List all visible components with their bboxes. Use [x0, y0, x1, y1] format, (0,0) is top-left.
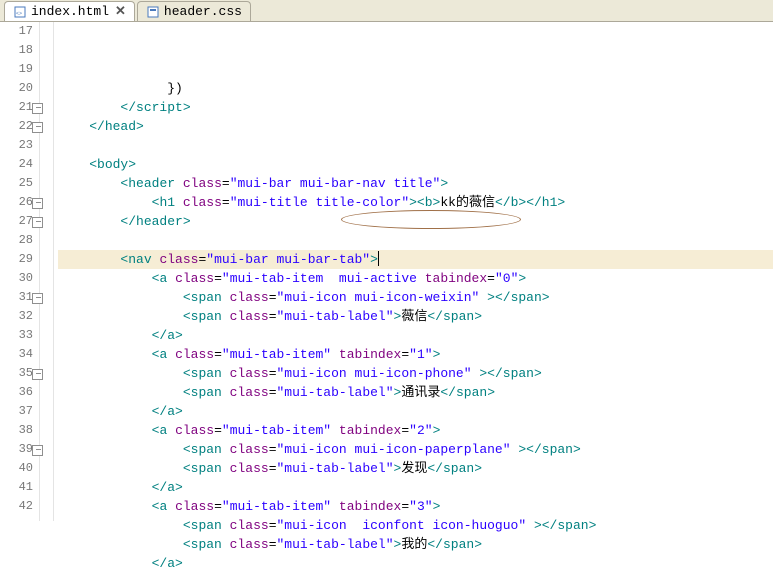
code-line[interactable]: </a>	[58, 326, 773, 345]
line-number: 18	[0, 41, 33, 60]
line-number: 31	[0, 288, 33, 307]
code-line[interactable]: <span class="mui-tab-label">薇信</span>	[58, 307, 773, 326]
code-line[interactable]: <a class="mui-tab-item" tabindex="3">	[58, 497, 773, 516]
line-number: 27	[0, 212, 33, 231]
close-icon[interactable]: ✕	[115, 4, 126, 19]
line-number: 30	[0, 269, 33, 288]
editor-tab-0[interactable]: <> index.html ✕	[4, 1, 135, 21]
code-line[interactable]: <span class="mui-icon iconfont icon-huog…	[58, 516, 773, 535]
code-editor: 1718192021222324252627282930313233343536…	[0, 22, 773, 521]
code-line[interactable]: <span class="mui-tab-label">发现</span>	[58, 459, 773, 478]
code-line[interactable]: })	[58, 79, 773, 98]
line-number: 20	[0, 79, 33, 98]
code-line[interactable]: <a class="mui-tab-item mui-active tabind…	[58, 269, 773, 288]
code-line[interactable]: <header class="mui-bar mui-bar-nav title…	[58, 174, 773, 193]
line-number: 42	[0, 497, 33, 516]
code-line[interactable]: <span class="mui-tab-label">我的</span>	[58, 535, 773, 554]
editor-tabbar: <> index.html ✕ header.css	[0, 0, 773, 22]
code-line[interactable]: </a>	[58, 478, 773, 497]
code-line[interactable]: <span class="mui-icon mui-icon-phone" ><…	[58, 364, 773, 383]
line-number: 22	[0, 117, 33, 136]
line-number: 36	[0, 383, 33, 402]
line-number: 26	[0, 193, 33, 212]
code-line[interactable]: </header>	[58, 212, 773, 231]
code-line[interactable]: <body>	[58, 155, 773, 174]
code-line[interactable]: </a>	[58, 402, 773, 421]
line-number: 40	[0, 459, 33, 478]
line-number: 29	[0, 250, 33, 269]
css-file-icon	[146, 5, 160, 19]
line-number: 25	[0, 174, 33, 193]
line-number: 23	[0, 136, 33, 155]
line-number: 32	[0, 307, 33, 326]
code-line[interactable]: </script>	[58, 98, 773, 117]
editor-tab-1[interactable]: header.css	[137, 1, 251, 21]
line-number: 17	[0, 22, 33, 41]
line-number: 28	[0, 231, 33, 250]
tab-label: index.html	[31, 4, 109, 19]
line-number: 41	[0, 478, 33, 497]
code-line[interactable]: <span class="mui-icon mui-icon-paperplan…	[58, 440, 773, 459]
code-area[interactable]: }) </script> </head> <body> <header clas…	[54, 22, 773, 521]
code-line[interactable]: <a class="mui-tab-item" tabindex="1">	[58, 345, 773, 364]
line-number: 19	[0, 60, 33, 79]
code-line[interactable]: <span class="mui-icon mui-icon-weixin" >…	[58, 288, 773, 307]
svg-text:<>: <>	[16, 11, 22, 17]
code-line[interactable]: </head>	[58, 117, 773, 136]
line-number: 34	[0, 345, 33, 364]
line-number: 35	[0, 364, 33, 383]
code-line[interactable]	[58, 136, 773, 155]
tab-label: header.css	[164, 4, 242, 19]
line-number: 33	[0, 326, 33, 345]
code-line[interactable]: <a class="mui-tab-item" tabindex="2">	[58, 421, 773, 440]
code-line[interactable]: <h1 class="mui-title title-color"><b>kk的…	[58, 193, 773, 212]
line-number: 38	[0, 421, 33, 440]
line-number: 39	[0, 440, 33, 459]
html-file-icon: <>	[13, 5, 27, 19]
line-number: 24	[0, 155, 33, 174]
code-line[interactable]: <span class="mui-tab-label">通讯录</span>	[58, 383, 773, 402]
code-line[interactable]	[58, 231, 773, 250]
line-number: 37	[0, 402, 33, 421]
line-number-gutter: 1718192021222324252627282930313233343536…	[0, 22, 40, 521]
text-cursor	[378, 251, 379, 266]
code-line[interactable]: </a>	[58, 554, 773, 573]
line-number: 21	[0, 98, 33, 117]
code-line[interactable]: <nav class="mui-bar mui-bar-tab">	[58, 250, 773, 269]
